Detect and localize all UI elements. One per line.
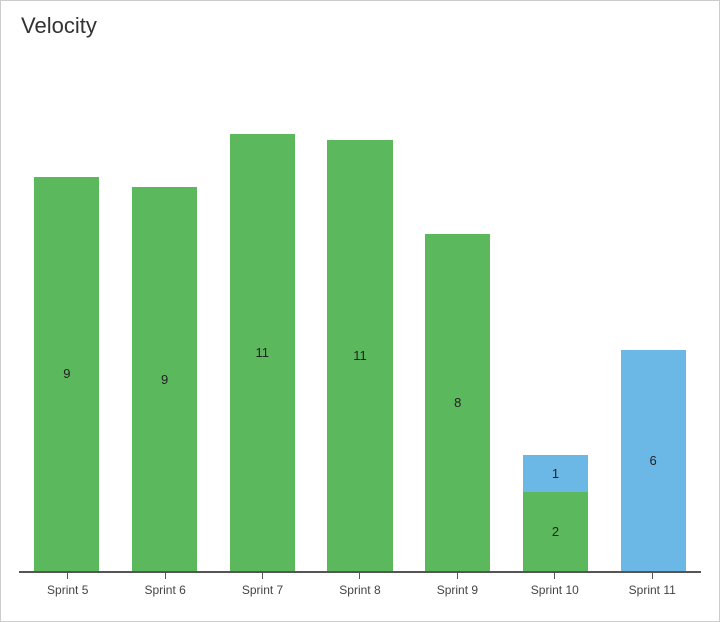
bar-segment-planned: 6 [621, 350, 686, 571]
bar: 8 [425, 234, 490, 571]
tick-mark-icon [457, 573, 458, 579]
bar-sprint-10: 1 2 [508, 49, 604, 571]
x-tick: Sprint 7 [214, 573, 311, 597]
bar-segment-completed: 8 [425, 234, 490, 571]
bar-segment-completed: 9 [132, 187, 197, 571]
x-tick-label: Sprint 7 [242, 583, 283, 597]
bar-sprint-5: 9 [19, 49, 115, 571]
x-tick: Sprint 11 [604, 573, 701, 597]
x-tick: Sprint 6 [116, 573, 213, 597]
bar: 11 [230, 134, 295, 571]
bar-value-label: 1 [552, 466, 559, 481]
bar-value-label: 2 [552, 524, 559, 539]
bar: 6 [621, 350, 686, 571]
bar-sprint-8: 11 [312, 49, 408, 571]
velocity-chart: Velocity 9 9 11 [0, 0, 720, 622]
x-tick-label: Sprint 5 [47, 583, 88, 597]
bar: 1 2 [523, 455, 588, 571]
x-tick-label: Sprint 8 [339, 583, 380, 597]
bar-sprint-11: 6 [605, 49, 701, 571]
bar-segment-planned: 1 [523, 455, 588, 492]
tick-mark-icon [262, 573, 263, 579]
tick-mark-icon [165, 573, 166, 579]
x-tick-label: Sprint 11 [629, 583, 676, 597]
bar-segment-completed: 2 [523, 492, 588, 571]
bar-value-label: 11 [353, 348, 367, 363]
bar-value-label: 9 [161, 372, 168, 387]
bar: 9 [34, 177, 99, 572]
x-tick-label: Sprint 10 [531, 583, 579, 597]
tick-mark-icon [67, 573, 68, 579]
chart-title: Velocity [21, 13, 701, 39]
bar-segment-completed: 11 [230, 134, 295, 571]
tick-mark-icon [554, 573, 555, 579]
x-tick: Sprint 8 [311, 573, 408, 597]
plot-area: 9 9 11 11 [19, 49, 701, 573]
bar-sprint-9: 8 [410, 49, 506, 571]
bar-sprint-7: 11 [214, 49, 310, 571]
bar-value-label: 9 [63, 366, 70, 381]
bar-value-label: 8 [454, 395, 461, 410]
x-axis: Sprint 5 Sprint 6 Sprint 7 Sprint 8 Spri… [19, 573, 701, 597]
x-tick: Sprint 9 [409, 573, 506, 597]
x-tick: Sprint 5 [19, 573, 116, 597]
x-tick-label: Sprint 6 [144, 583, 185, 597]
x-tick: Sprint 10 [506, 573, 603, 597]
x-tick-label: Sprint 9 [437, 583, 478, 597]
tick-mark-icon [359, 573, 360, 579]
bar-segment-completed: 9 [34, 177, 99, 572]
tick-mark-icon [652, 573, 653, 579]
bar-value-label: 6 [650, 453, 657, 468]
bar-segment-completed: 11 [327, 140, 392, 571]
bar-value-label: 11 [256, 345, 270, 360]
bar-sprint-6: 9 [117, 49, 213, 571]
bar: 11 [327, 140, 392, 571]
bar: 9 [132, 187, 197, 571]
